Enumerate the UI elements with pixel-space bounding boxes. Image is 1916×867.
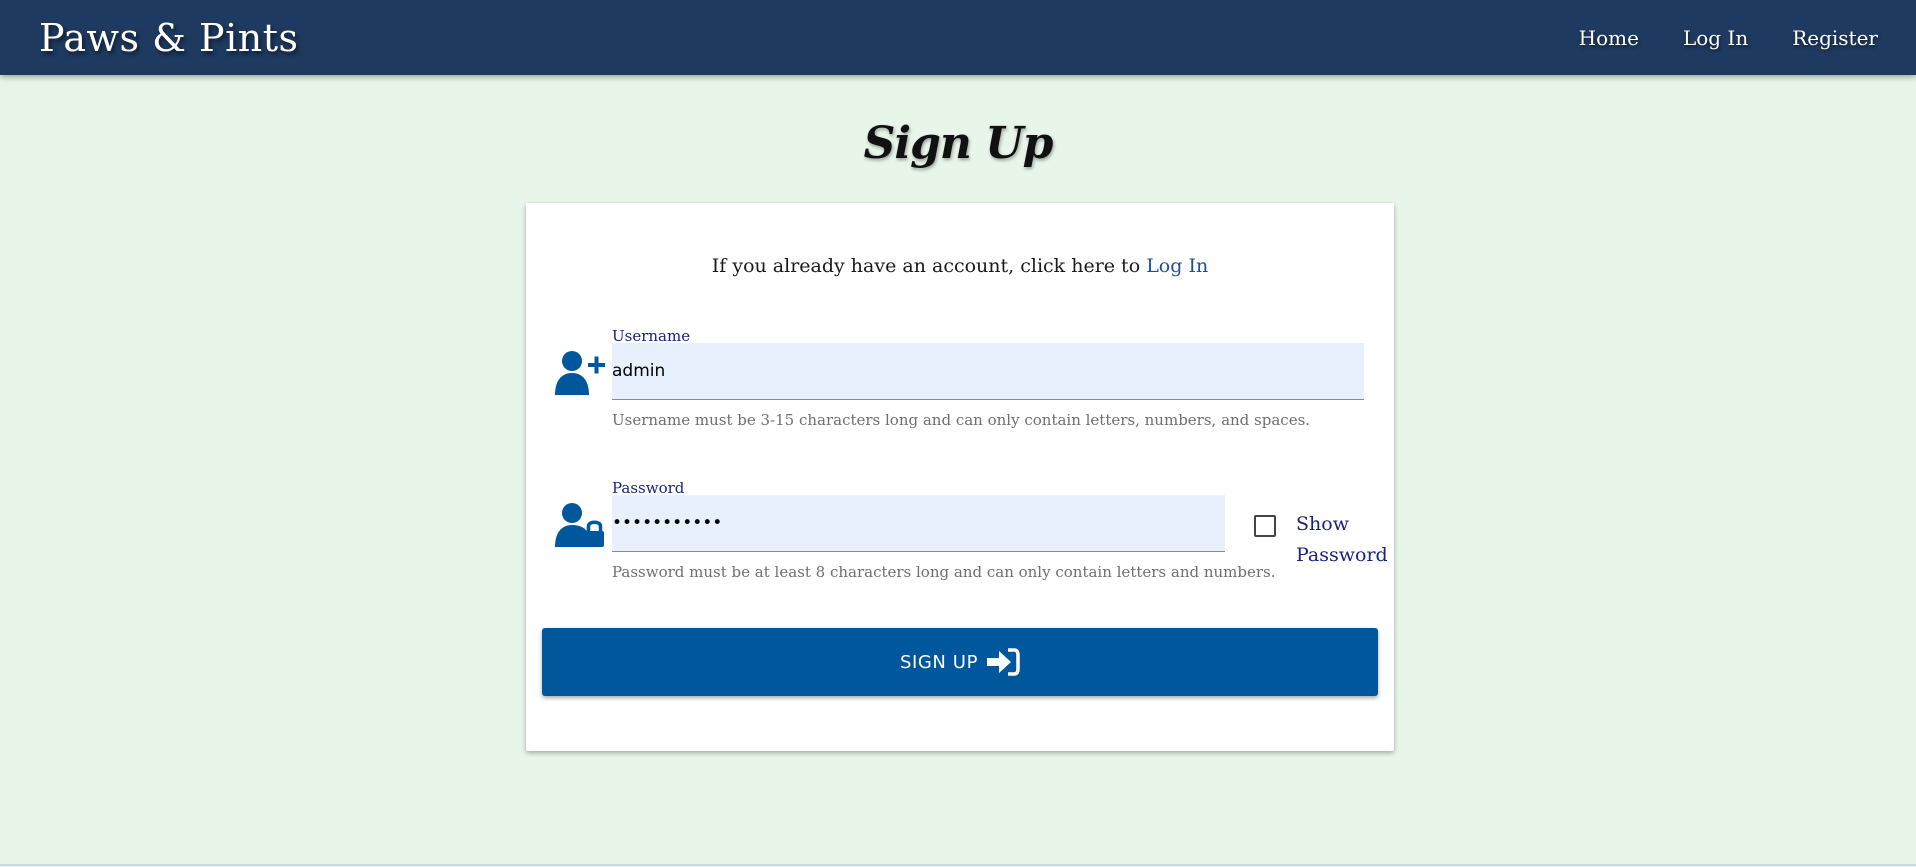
sign-in-icon (987, 648, 1020, 676)
login-prompt-text: If you already have an account, click he… (711, 255, 1147, 277)
show-password-checkbox[interactable] (1254, 515, 1276, 537)
navbar: Paws & Pints Home Log In Register (0, 0, 1916, 75)
password-input[interactable] (612, 495, 1225, 552)
show-password-label[interactable]: Show Password (1296, 509, 1396, 571)
username-helper-text: Username must be 3-15 characters long an… (612, 411, 1311, 429)
sign-up-button[interactable]: SIGN UP (542, 628, 1378, 696)
show-password-label-line1: Show (1296, 513, 1349, 535)
nav-links: Home Log In Register (1535, 26, 1878, 50)
login-link[interactable]: Log In (1146, 255, 1208, 277)
password-helper-text: Password must be at least 8 characters l… (612, 563, 1276, 581)
nav-link-login[interactable]: Log In (1683, 26, 1748, 50)
username-input[interactable] (612, 343, 1364, 400)
login-prompt: If you already have an account, click he… (526, 255, 1394, 277)
footer-divider (0, 864, 1916, 866)
signup-card: If you already have an account, click he… (526, 203, 1394, 751)
user-plus-icon (555, 351, 605, 395)
nav-link-register[interactable]: Register (1792, 26, 1878, 50)
nav-link-home[interactable]: Home (1579, 26, 1639, 50)
user-lock-icon (555, 503, 604, 547)
page-title: Sign Up (863, 118, 1054, 169)
sign-up-button-label: SIGN UP (899, 651, 979, 673)
show-password-label-line2: Password (1296, 544, 1388, 566)
brand-logo[interactable]: Paws & Pints (39, 16, 299, 60)
